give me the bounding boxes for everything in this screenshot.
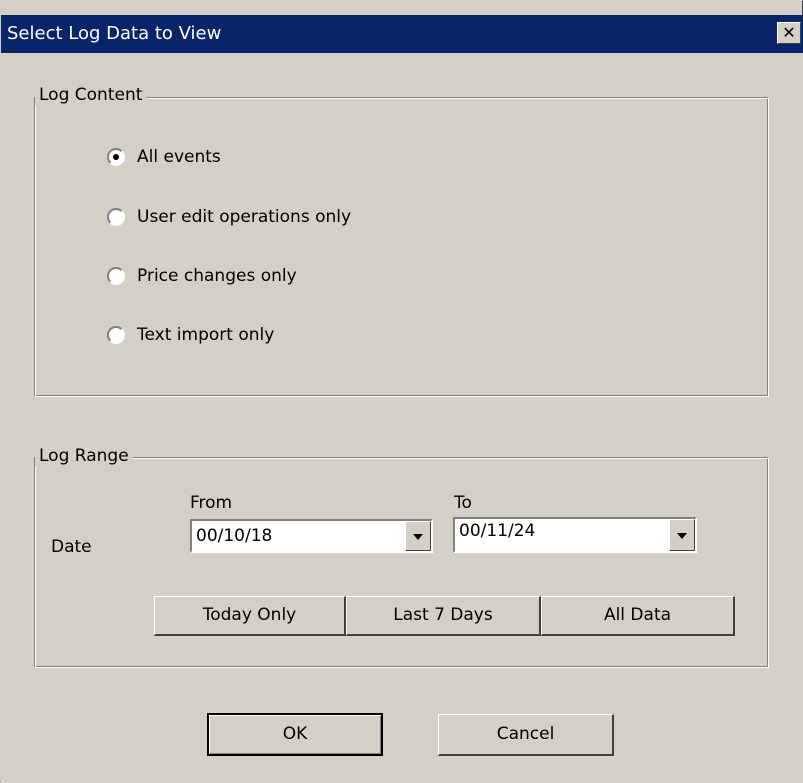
last-7-days-button[interactable]: Last 7 Days: [346, 596, 541, 636]
from-date-dropdown-button[interactable]: [405, 521, 431, 551]
radio-all-events-button[interactable]: [107, 148, 125, 166]
dialog-client-area: Log Content All events User edit operati…: [1, 53, 803, 783]
from-label: From: [190, 493, 233, 513]
radio-selected-dot: [113, 154, 119, 160]
radio-text-import-label[interactable]: Text import only: [137, 325, 274, 345]
dialog-window: Select Log Data to View ✕ Log Content Al…: [0, 0, 803, 783]
radio-user-edit-operations-button[interactable]: [107, 208, 125, 226]
radio-price-changes-button[interactable]: [107, 267, 125, 285]
all-data-button[interactable]: All Data: [541, 596, 735, 636]
close-button[interactable]: ✕: [777, 22, 801, 44]
chevron-down-icon: [677, 533, 687, 539]
date-label: Date: [51, 537, 92, 557]
cancel-button[interactable]: Cancel: [438, 714, 614, 756]
from-date-value: 00/10/18: [196, 526, 273, 546]
log-content-group-label: Log Content: [35, 85, 147, 105]
title-bar[interactable]: Select Log Data to View ✕: [1, 15, 803, 53]
from-date-combo[interactable]: 00/10/18: [190, 519, 433, 553]
radio-price-changes-label[interactable]: Price changes only: [137, 266, 297, 286]
log-content-group: [34, 97, 769, 397]
radio-price-changes[interactable]: Price changes only: [107, 266, 297, 286]
log-range-group: [34, 457, 769, 668]
ok-button[interactable]: OK: [207, 713, 383, 756]
dialog-title: Select Log Data to View: [7, 23, 222, 44]
radio-user-edit-operations-label[interactable]: User edit operations only: [137, 207, 351, 227]
to-date-combo[interactable]: 00/11/24: [453, 517, 697, 553]
radio-all-events-label[interactable]: All events: [137, 147, 221, 167]
chevron-down-icon: [413, 534, 423, 540]
to-date-dropdown-button[interactable]: [669, 519, 695, 551]
today-only-button[interactable]: Today Only: [154, 596, 346, 636]
to-date-value: 00/11/24: [459, 521, 536, 541]
to-label: To: [454, 493, 472, 513]
radio-all-events[interactable]: All events: [107, 147, 221, 167]
log-range-group-label: Log Range: [35, 446, 133, 466]
radio-text-import-button[interactable]: [107, 326, 125, 344]
radio-text-import[interactable]: Text import only: [107, 325, 274, 345]
close-icon: ✕: [782, 23, 796, 42]
radio-user-edit-operations[interactable]: User edit operations only: [107, 207, 351, 227]
